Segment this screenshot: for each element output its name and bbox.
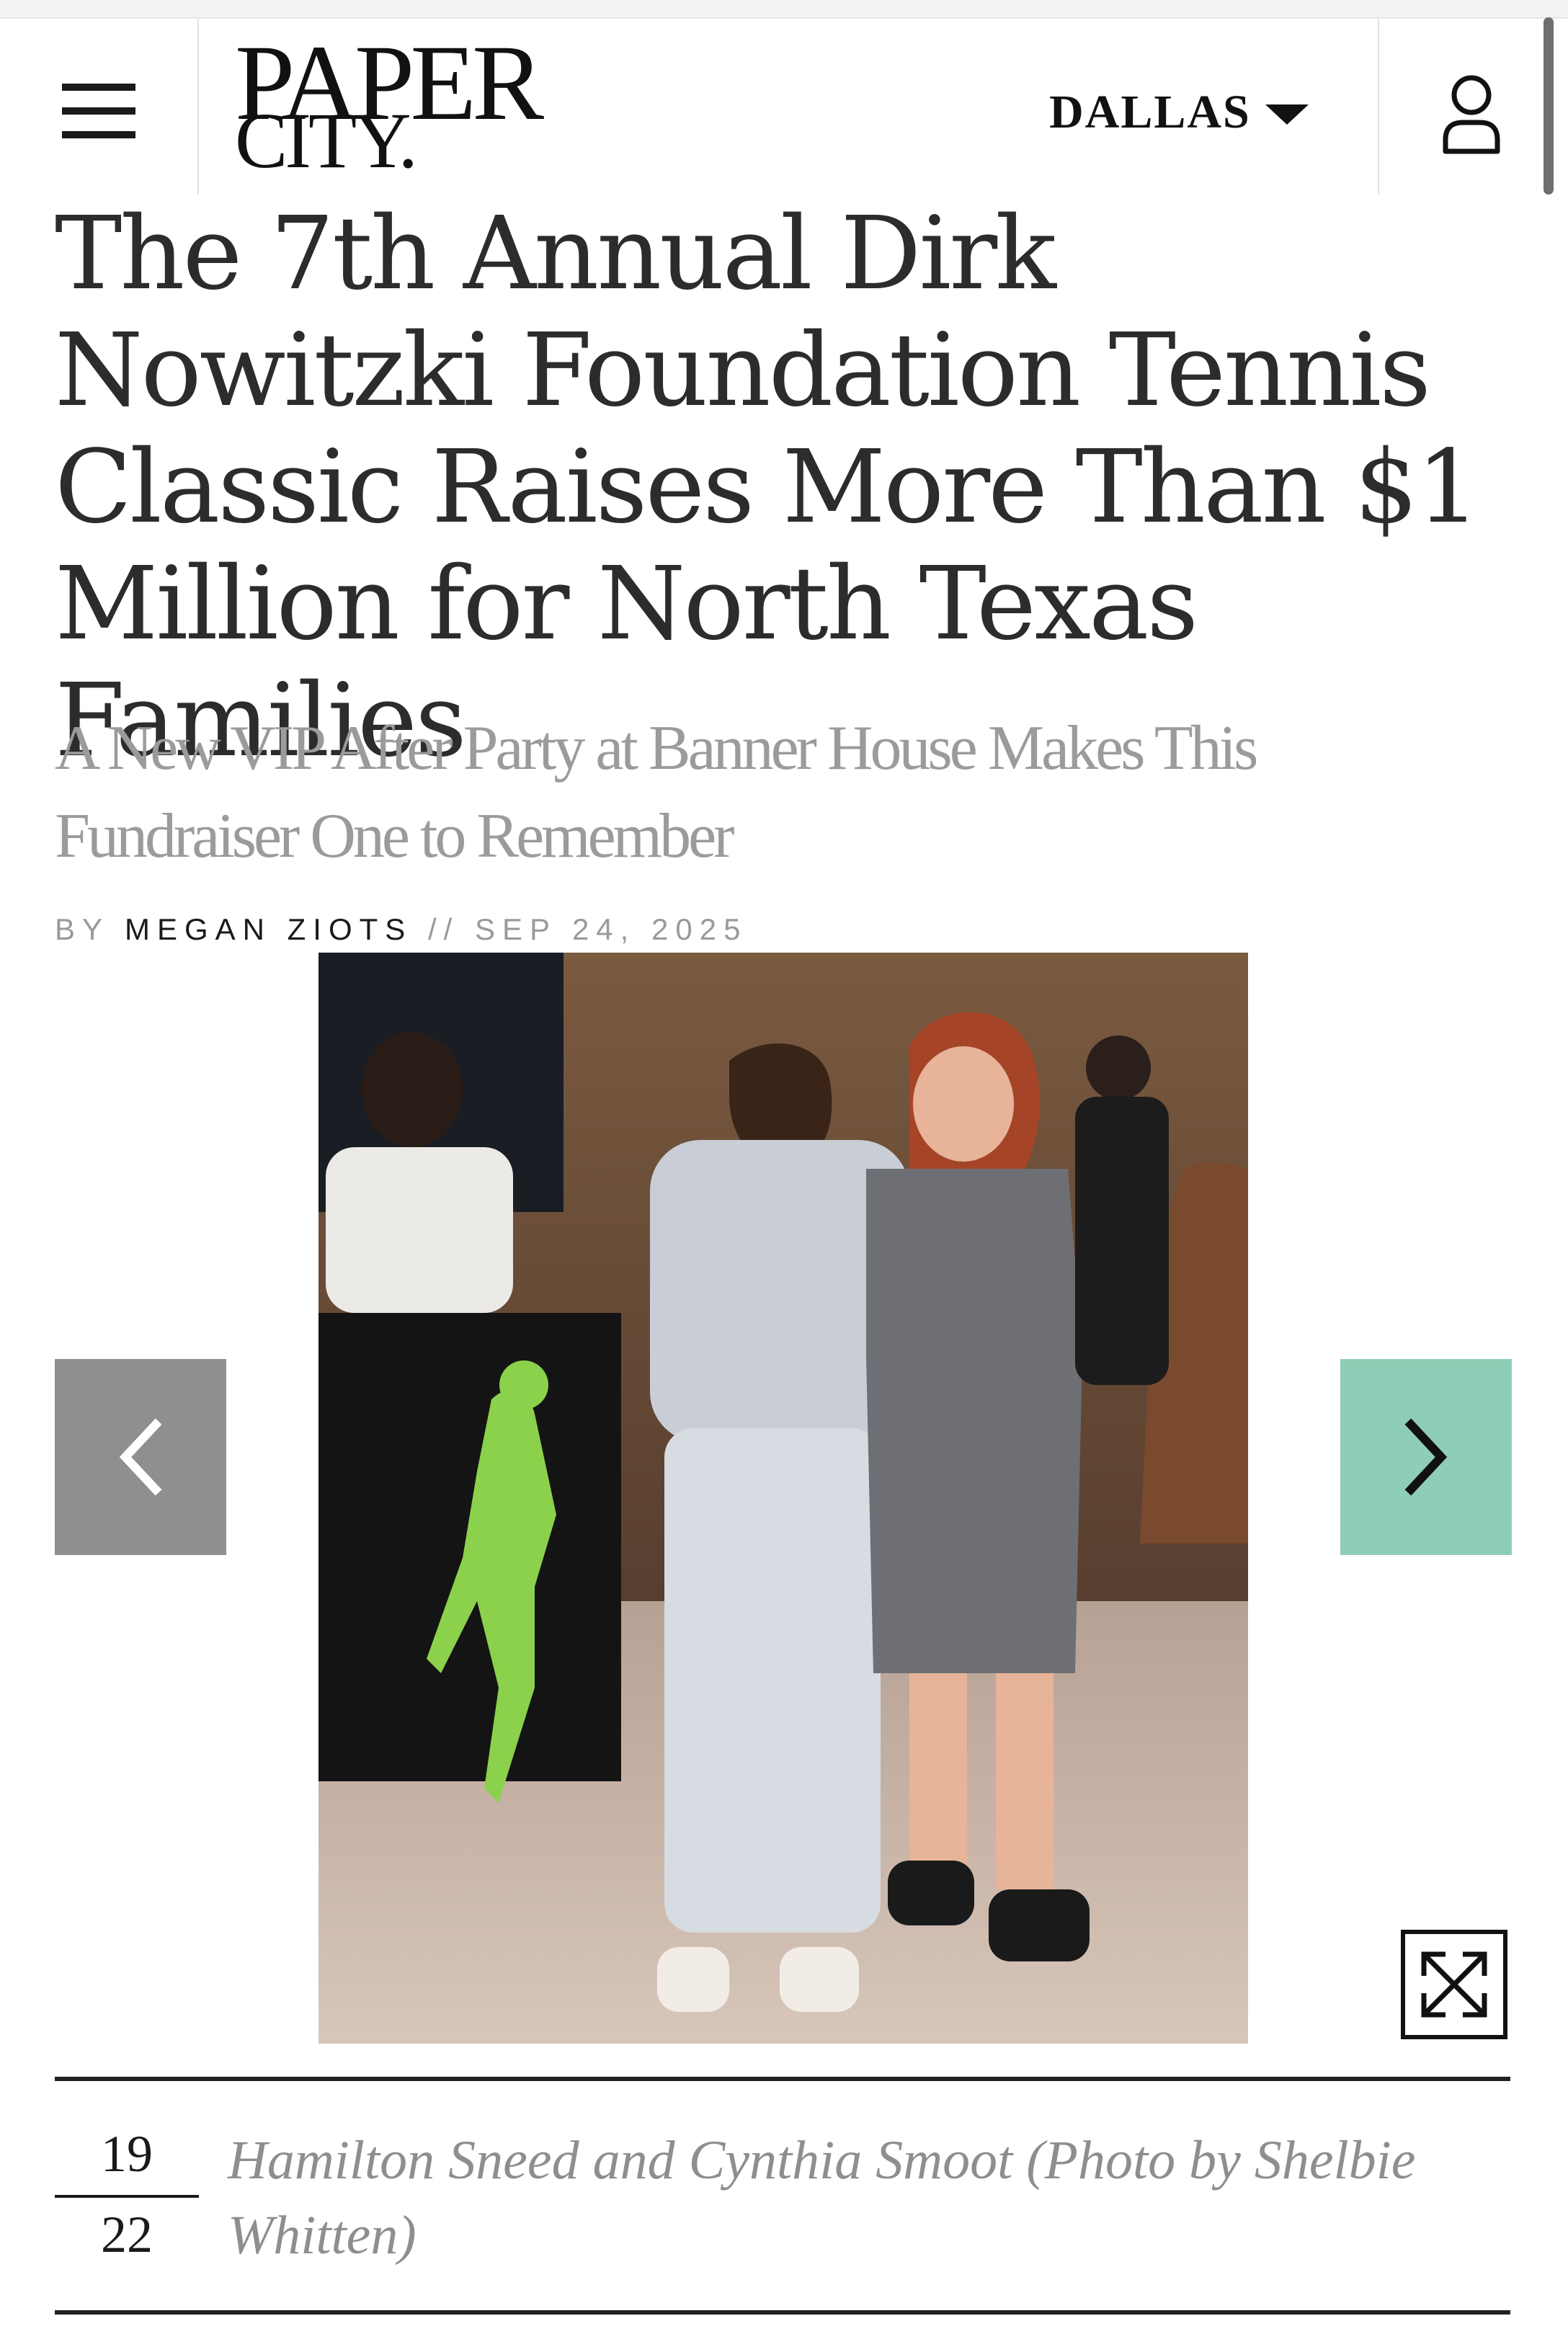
city-selector-label: DALLAS (1049, 86, 1251, 138)
header-divider (1378, 19, 1379, 195)
site-logo[interactable]: PAPER CITY. (235, 29, 544, 187)
article-subtitle: A New VIP After Party at Banner House Ma… (55, 713, 1258, 871)
gallery-photo[interactable] (318, 953, 1248, 2044)
browser-top-strip (0, 0, 1568, 19)
city-selector[interactable]: DALLAS (1049, 69, 1309, 156)
expand-icon (1421, 1951, 1487, 2018)
author-link[interactable]: MEGAN ZIOTS (125, 912, 412, 946)
gallery-prev-button[interactable] (55, 1359, 226, 1555)
site-header: PAPER CITY. DALLAS (0, 19, 1568, 195)
hamburger-menu-icon[interactable] (62, 84, 135, 138)
caption-top-rule (55, 2077, 1510, 2081)
caption-bottom-rule (55, 2310, 1510, 2315)
article-title: The 7th Annual Dirk Nowitzki Foundation … (55, 195, 1480, 780)
publish-date: SEP 24, 2025 (475, 912, 748, 946)
fullscreen-button[interactable] (1401, 1930, 1507, 2039)
gallery-next-button[interactable] (1340, 1359, 1512, 1555)
user-account-icon[interactable] (1441, 71, 1502, 157)
caret-down-icon (1265, 104, 1309, 125)
chevron-right-icon (1404, 1418, 1448, 1496)
chevron-left-icon (119, 1418, 162, 1496)
byline-separator: // (427, 912, 460, 946)
gallery-photo-illustration (318, 953, 1248, 2044)
counter-divider (55, 2195, 199, 2198)
article-byline: BY MEGAN ZIOTS // SEP 24, 2025 (55, 912, 747, 950)
photo-caption: Hamilton Sneed and Cynthia Smoot (Photo … (228, 2130, 1416, 2266)
logo-line-2: CITY. (235, 97, 418, 184)
byline-prefix: BY (55, 912, 110, 946)
gallery-total-count: 22 (101, 2206, 153, 2263)
gallery-current-index: 19 (101, 2125, 153, 2183)
header-divider (197, 19, 199, 195)
